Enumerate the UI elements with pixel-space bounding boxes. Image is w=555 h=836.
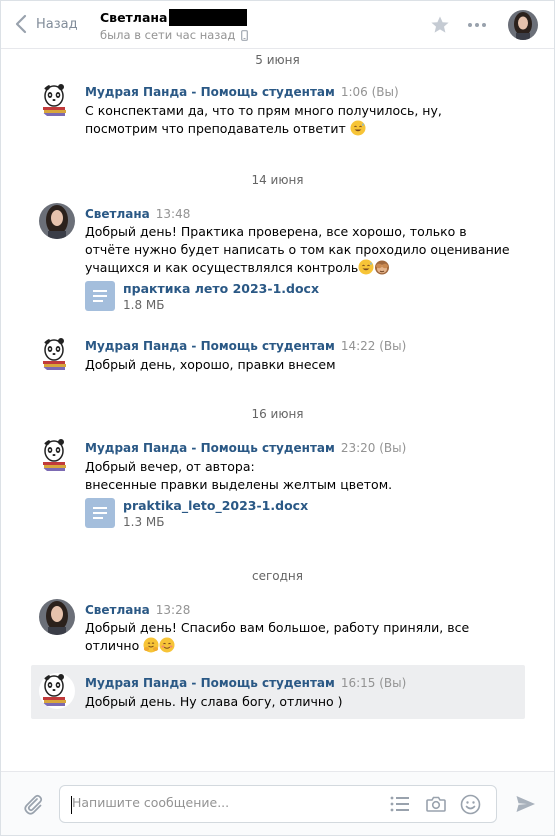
back-button[interactable]: Назад <box>15 14 78 34</box>
emoji-smile-icon[interactable] <box>460 794 481 819</box>
message-input[interactable] <box>72 795 372 810</box>
message-meta: Мудрая Панда - Помощь студентам 1:06 (Вы) <box>85 85 399 99</box>
panda-avatar[interactable] <box>39 673 75 709</box>
document-name[interactable]: praktika_leto_2023-1.docx <box>123 498 308 513</box>
peer-status: была в сети час назад <box>100 28 249 42</box>
blush-smile-emoji-icon <box>159 637 175 653</box>
message-text: Добрый день! Практика проверена, все хор… <box>85 224 510 275</box>
message: Мудрая Панда - Помощь студентам 14:22 (Вы… <box>31 337 525 377</box>
message-time: 1:06 (Вы) <box>340 85 399 99</box>
panda-avatar[interactable] <box>39 337 75 373</box>
message-time: 13:28 <box>155 603 191 617</box>
more-options-icon[interactable] <box>467 16 487 38</box>
resize-grip-icon[interactable] <box>271 826 283 835</box>
peer-avatar[interactable] <box>508 10 538 40</box>
message-text: Добрый день. Ну слава богу, отлично ) <box>85 694 343 709</box>
favorite-star-icon[interactable] <box>430 15 450 39</box>
message-meta: Мудрая Панда - Помощь студентам 14:22 (Вы… <box>85 339 406 353</box>
message-composer <box>1 771 554 835</box>
message-meta: Мудрая Панда - Помощь студентам 23:20 (Вы… <box>85 441 406 455</box>
message-meta: Мудрая Панда - Помощь студентам 16:15 (Вы… <box>85 676 406 690</box>
sweat-smile-emoji-icon <box>358 259 374 275</box>
message-time: 23:20 (Вы) <box>340 441 407 455</box>
message-meta: Светлана 13:48 <box>85 207 190 221</box>
date-separator: сегодня <box>252 569 303 583</box>
svetlana-avatar[interactable] <box>39 599 75 635</box>
hugging-face-emoji-icon <box>143 637 159 653</box>
message: Светлана 13:28 Добрый день! Спасибо вам б… <box>31 599 525 659</box>
message-time: 14:22 (Вы) <box>340 339 407 353</box>
message-text: Добрый вечер, от автора: внесенные правк… <box>85 459 393 492</box>
author-name[interactable]: Мудрая Панда - Помощь студентам <box>85 85 335 99</box>
attach-paperclip-icon[interactable] <box>22 793 44 819</box>
document-size: 1.3 МБ <box>123 515 165 529</box>
panda-avatar[interactable] <box>39 83 75 119</box>
message-time: 13:48 <box>155 207 191 221</box>
message: Светлана 13:48 Добрый день! Практика пров… <box>31 203 525 321</box>
send-icon[interactable] <box>515 794 536 818</box>
message-highlighted: Мудрая Панда - Помощь студентам 16:15 (Вы… <box>31 665 525 719</box>
document-icon <box>85 498 115 528</box>
chevron-left-icon <box>15 14 27 34</box>
message-time: 16:15 (Вы) <box>340 676 407 690</box>
author-name[interactable]: Мудрая Панда - Помощь студентам <box>85 441 335 455</box>
message-meta: Светлана 13:28 <box>85 603 190 617</box>
template-list-icon[interactable] <box>390 795 410 817</box>
document-attachment[interactable]: практика лето 2023-1.docx 1.8 МБ <box>85 281 325 313</box>
author-name[interactable]: Мудрая Панда - Помощь студентам <box>85 339 335 353</box>
document-name[interactable]: практика лето 2023-1.docx <box>123 281 319 296</box>
message: Мудрая Панда - Помощь студентам 23:20 (Вы… <box>31 438 525 538</box>
message: Мудрая Панда - Помощь студентам 1:06 (Вы)… <box>31 83 525 143</box>
document-icon <box>85 281 115 311</box>
date-separator: 5 июня <box>255 53 300 67</box>
message-text: Добрый день, хорошо, правки внесем <box>85 357 336 372</box>
author-name[interactable]: Мудрая Панда - Помощь студентам <box>85 676 335 690</box>
back-label: Назад <box>36 16 78 32</box>
mobile-icon <box>241 29 249 41</box>
date-separator: 16 июня <box>251 407 304 421</box>
author-name[interactable]: Светлана <box>85 207 150 221</box>
date-separator: 14 июня <box>251 173 304 187</box>
chat-window: Назад Светлана была в сети час назад 5 и… <box>0 0 555 836</box>
message-input-box[interactable] <box>59 785 497 823</box>
sweat-smile-emoji-icon <box>350 120 366 136</box>
panda-avatar[interactable] <box>39 438 75 474</box>
camera-icon[interactable] <box>426 795 446 817</box>
author-name[interactable]: Светлана <box>85 603 150 617</box>
peer-name[interactable]: Светлана <box>100 9 248 26</box>
message-text: С конспектами да, что то прям много полу… <box>85 103 442 136</box>
message-text: Добрый день! Спасибо вам большое, работу… <box>85 620 470 653</box>
see-no-evil-monkey-emoji-icon <box>375 260 390 275</box>
redaction-bar <box>169 9 248 26</box>
chat-header: Назад Светлана была в сети час назад <box>1 1 554 49</box>
document-attachment[interactable]: praktika_leto_2023-1.docx 1.3 МБ <box>85 498 325 530</box>
document-size: 1.8 МБ <box>123 298 165 312</box>
svetlana-avatar[interactable] <box>39 203 75 239</box>
